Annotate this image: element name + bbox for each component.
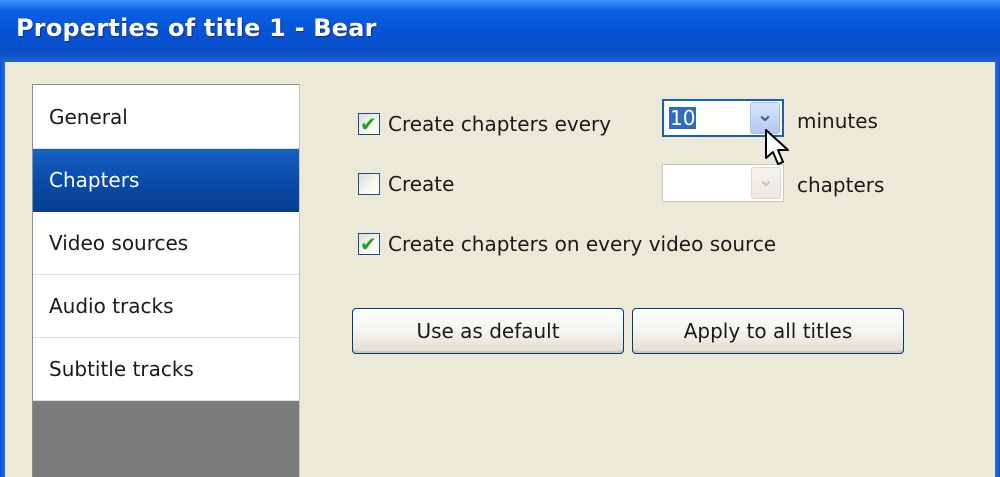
minutes-suffix: minutes: [797, 109, 878, 133]
sidebar-item-label: Chapters: [49, 168, 140, 192]
chapters-count-checkbox[interactable]: [358, 173, 380, 195]
chapter-count-combobox[interactable]: ⌄: [662, 164, 784, 202]
chapters-count-label: Create: [388, 172, 455, 196]
mouse-pointer-icon: [765, 129, 789, 165]
sidebar-item-label: General: [49, 104, 128, 129]
sidebar-item-label: Subtitle tracks: [49, 357, 194, 381]
chapter-count-dropdown-button[interactable]: ⌄: [751, 167, 781, 199]
chapters-count-row: Create: [358, 172, 454, 196]
chapters-every-checkbox[interactable]: ✔: [358, 112, 380, 136]
sidebar-item-general[interactable]: General: [33, 85, 299, 149]
sidebar-item-video-sources[interactable]: Video sources: [33, 212, 299, 275]
properties-window: Properties of title 1 - Bear General Cha…: [0, 0, 1000, 477]
title-bar[interactable]: Properties of title 1 - Bear: [0, 0, 1000, 62]
minutes-value[interactable]: 10: [664, 101, 750, 135]
chapters-every-source-checkbox[interactable]: ✔: [358, 232, 380, 256]
sidebar-item-audio-tracks[interactable]: Audio tracks: [33, 275, 299, 338]
chapters-every-source-label: Create chapters on every video source: [388, 232, 777, 256]
use-as-default-button[interactable]: Use as default: [352, 308, 624, 354]
sidebar-item-label: Video sources: [49, 231, 189, 255]
window-frame-right: [995, 62, 1000, 477]
chapter-count-value[interactable]: [663, 165, 751, 201]
chevron-down-icon: ⌄: [756, 102, 774, 126]
sidebar-nav: General Chapters Video sources Audio tra…: [32, 84, 300, 477]
checkmark-icon: ✔: [360, 112, 377, 136]
checkmark-icon: ✔: [360, 232, 377, 256]
chapters-suffix: chapters: [797, 173, 885, 197]
chevron-down-icon: ⌄: [757, 167, 775, 191]
window-frame-left: [0, 62, 5, 477]
chapters-every-row: ✔ Create chapters every: [358, 112, 611, 136]
sidebar-item-chapters[interactable]: Chapters: [33, 149, 299, 212]
apply-to-all-titles-button[interactable]: Apply to all titles: [632, 308, 904, 354]
chapters-every-source-row: ✔ Create chapters on every video source: [358, 232, 776, 256]
chapters-every-label: Create chapters every: [388, 112, 612, 136]
window-title: Properties of title 1 - Bear: [16, 14, 377, 42]
sidebar-item-subtitle-tracks[interactable]: Subtitle tracks: [33, 338, 299, 401]
sidebar-item-label: Audio tracks: [49, 294, 174, 318]
